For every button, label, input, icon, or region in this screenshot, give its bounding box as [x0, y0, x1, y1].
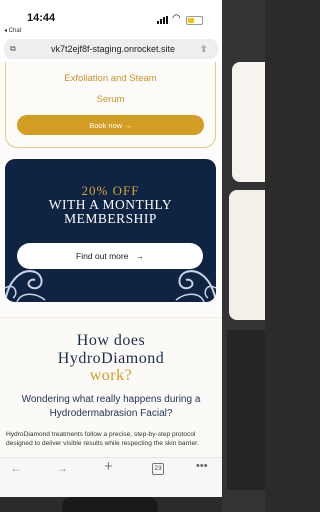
arrow-right-icon: → [135, 251, 144, 261]
section-subtitle: Hydrodermabrasion Facial? [49, 408, 173, 419]
membership-promo: 20% OFF WITH A MONTHLY MEMBERSHIP Find o… [5, 159, 216, 302]
promo-text: MEMBERSHIP [64, 211, 157, 226]
status-time: 14:44 [27, 12, 56, 24]
plus-icon[interactable]: + [104, 458, 113, 475]
phone-screen: 14:44 ◂ Chat ◠ ⧉ vk7t2ejf8f-staging.onro… [0, 0, 222, 497]
chevron-right-icon[interactable]: → [56, 461, 68, 475]
book-now-button[interactable]: Book now → [17, 115, 204, 135]
address-bar[interactable]: ⧉ vk7t2ejf8f-staging.onrocket.site ⇪ [4, 39, 218, 59]
background-card [227, 330, 265, 490]
section-heading: How does [76, 332, 146, 349]
page-content: Exfoliation and Steam Serum Book now → 2… [0, 62, 222, 457]
section-subtitle: Wondering what really happens during a [21, 394, 201, 405]
section-heading-accent: work? [89, 367, 133, 384]
ellipsis-icon[interactable]: ••• [196, 460, 208, 472]
product-name: Exfoliation and Steam [64, 73, 157, 84]
share-icon[interactable]: ⇪ [200, 44, 218, 55]
tab-icon[interactable]: ⧉ [10, 44, 26, 54]
background-button [62, 497, 158, 512]
background-card [229, 190, 265, 320]
url-text[interactable]: vk7t2ejf8f-staging.onrocket.site [26, 44, 200, 54]
section-heading: HydroDiamond [57, 350, 165, 367]
background-card [232, 62, 265, 182]
section-body: HydroDiamond treatments follow a precise… [6, 431, 199, 447]
product-card: Exfoliation and Steam Serum Book now → [5, 62, 216, 148]
browser-toolbar: ← → + 23 ••• [0, 457, 222, 497]
chevron-left-icon[interactable]: ← [10, 461, 22, 475]
status-bar: 14:44 ◂ Chat ◠ [0, 0, 222, 34]
how-it-works-section: How does HydroDiamond work? Wondering wh… [0, 317, 222, 457]
battery-icon [186, 16, 203, 25]
product-name: Serum [96, 94, 125, 105]
wifi-icon: ◠ [172, 13, 181, 24]
back-to-chat-link[interactable]: ◂ Chat [4, 27, 21, 34]
find-out-more-label: Find out more [76, 251, 129, 261]
signal-icon [157, 16, 168, 24]
find-out-more-button[interactable]: Find out more → [17, 243, 203, 269]
tabs-icon[interactable]: 23 [152, 463, 164, 475]
